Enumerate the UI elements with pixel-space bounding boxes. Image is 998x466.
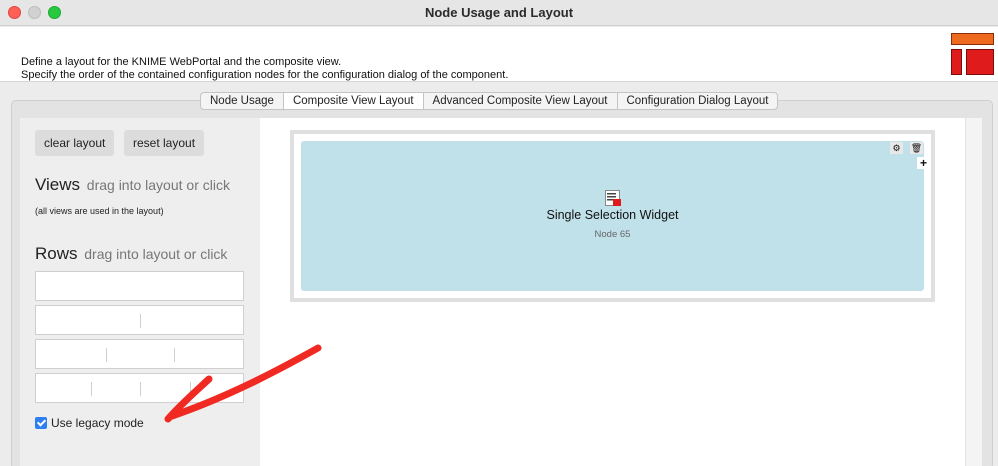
plus-icon[interactable]: + — [917, 157, 930, 169]
rows-title: Rows — [35, 244, 78, 263]
tab-bar: Node Usage Composite View Layout Advance… — [200, 92, 779, 110]
view-node-label: Node 65 — [594, 229, 631, 240]
views-hint: drag into layout or click — [86, 177, 230, 193]
row-template-4-columns[interactable] — [35, 373, 244, 403]
clear-layout-button[interactable]: clear layout — [35, 130, 115, 156]
legacy-mode-checkbox[interactable] — [35, 417, 47, 429]
selection-widget-icon — [605, 190, 621, 206]
tab-composite-view-layout[interactable]: Composite View Layout — [283, 93, 424, 109]
knime-layout-logo-icon — [951, 33, 995, 77]
layout-palette-panel: clear layout reset layout Views drag int… — [20, 118, 260, 466]
description-header: Define a layout for the KNIME WebPortal … — [0, 27, 998, 82]
tab-node-usage[interactable]: Node Usage — [201, 93, 284, 109]
title-bar: Node Usage and Layout — [0, 0, 998, 26]
tab-configuration-dialog-layout[interactable]: Configuration Dialog Layout — [618, 93, 778, 109]
tab-advanced-composite-view-layout[interactable]: Advanced Composite View Layout — [424, 93, 618, 109]
window-title: Node Usage and Layout — [424, 5, 574, 20]
gear-icon[interactable]: ⚙ — [890, 142, 903, 154]
description-text: Define a layout for the KNIME WebPortal … — [21, 56, 508, 81]
views-note: (all views are used in the layout) — [35, 206, 164, 216]
trash-icon[interactable]: 🗑 — [910, 142, 923, 154]
reset-layout-button[interactable]: reset layout — [124, 130, 205, 156]
row-template-1-column[interactable] — [35, 271, 244, 301]
rows-heading: Rows drag into layout or click — [35, 244, 227, 264]
description-line-1: Define a layout for the KNIME WebPortal … — [21, 56, 342, 68]
row-template-3-columns[interactable] — [35, 339, 244, 369]
rows-hint: drag into layout or click — [84, 246, 228, 262]
view-title: Single Selection Widget — [546, 208, 679, 222]
legacy-mode-label: Use legacy mode — [51, 416, 144, 430]
views-title: Views — [35, 175, 81, 194]
row-template-2-columns[interactable] — [35, 305, 244, 335]
views-heading: Views drag into layout or click — [35, 175, 230, 195]
vertical-scrollbar[interactable] — [965, 118, 982, 466]
description-line-2: Specify the order of the contained confi… — [21, 68, 509, 81]
legacy-mode-option[interactable]: Use legacy mode — [35, 416, 144, 430]
